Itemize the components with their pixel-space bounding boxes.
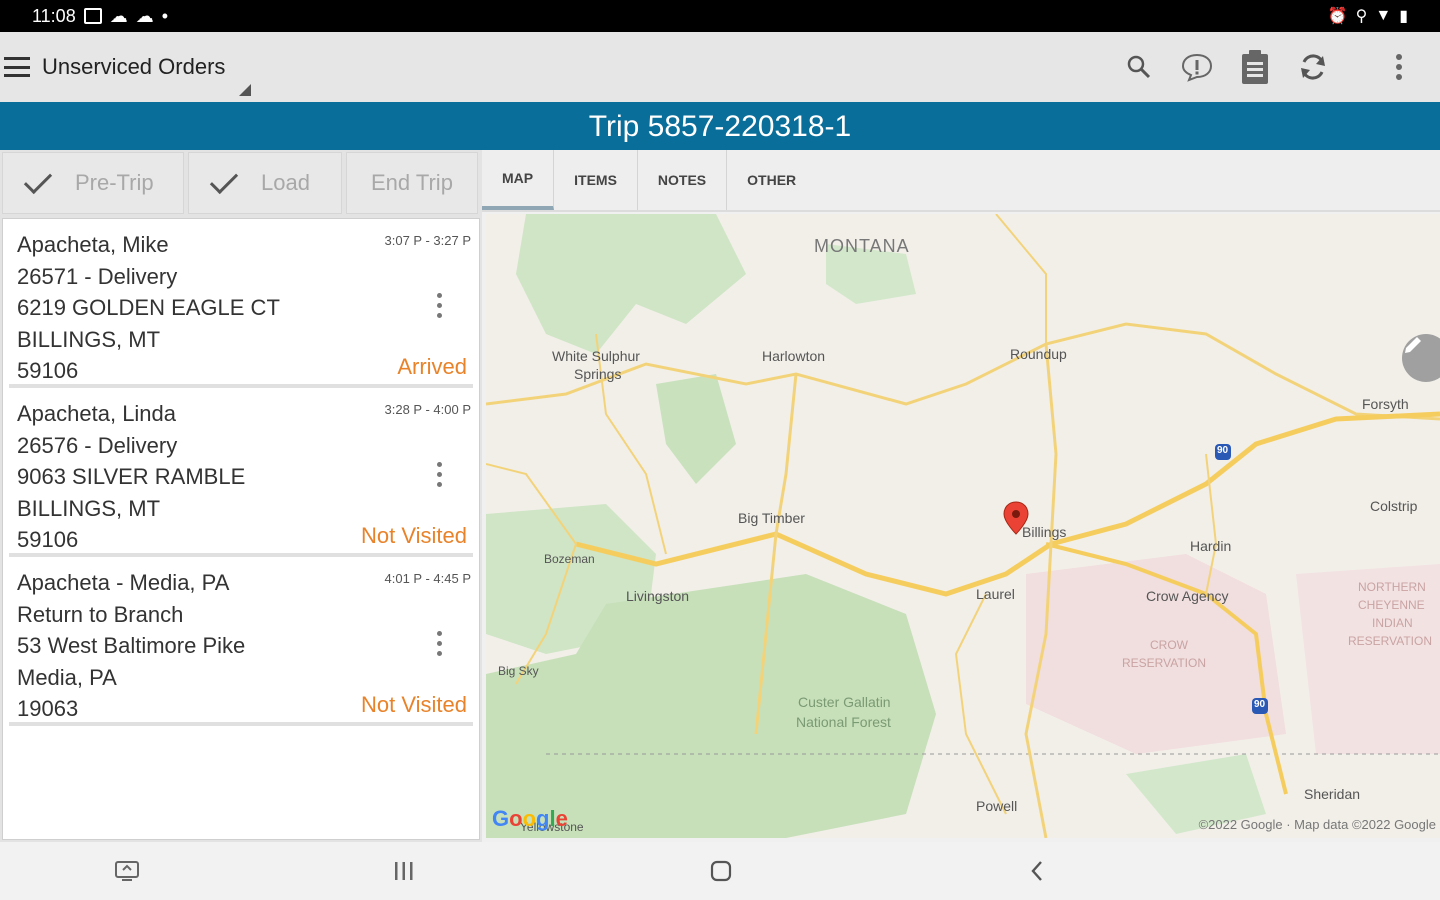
status-badge: Not Visited [361, 692, 467, 717]
map-label: CROW [1150, 638, 1188, 652]
orders-pane: Pre-Trip Load End Trip Apacheta, Mike 26… [0, 150, 482, 842]
order-number: Return to Branch [17, 601, 184, 627]
list-item[interactable]: Apacheta - Media, PA Return to Branch 53… [9, 557, 473, 726]
list-item[interactable]: Apacheta, Mike 26571 - Delivery 6219 GOL… [9, 219, 473, 388]
order-address: 53 West Baltimore Pike [17, 633, 246, 658]
map-label: Billings [1022, 524, 1067, 540]
order-city: BILLINGS, MT [17, 495, 161, 521]
route-map[interactable]: MONTANA White Sulphur Springs Harlowton … [486, 214, 1440, 838]
map-label: Hardin [1190, 538, 1232, 554]
notification-icon [83, 8, 102, 24]
map-label: National Forest [796, 714, 891, 730]
interstate-label: 90 [1217, 445, 1229, 456]
system-nav-bar [0, 842, 1440, 900]
status-time: 11:08 [32, 5, 76, 26]
order-address: 9063 SILVER RAMBLE [17, 464, 246, 489]
recent-apps-icon[interactable] [375, 842, 433, 900]
home-icon[interactable] [692, 842, 750, 900]
more-vert-icon[interactable] [437, 293, 443, 318]
map-label: INDIAN [1372, 616, 1413, 630]
map-label: Bozeman [544, 552, 595, 566]
tab-other[interactable]: OTHER [727, 150, 816, 210]
location-icon: ⚲ [1355, 8, 1368, 25]
status-dot: • [161, 5, 169, 26]
google-logo: Google [492, 806, 568, 831]
cloud-icon: ☁ [135, 5, 154, 26]
interstate-label: 90 [1254, 699, 1266, 710]
map-label: Harlowton [762, 348, 826, 364]
map-label: Big Timber [738, 510, 805, 526]
dropdown-caret-icon [239, 84, 252, 96]
map-copyright: ©2022 Google · Map data ©2022 Google [1198, 817, 1436, 832]
view-selector[interactable]: Unserviced Orders [42, 54, 252, 96]
map-label: NORTHERN [1358, 580, 1426, 594]
map-label: Springs [574, 366, 622, 382]
time-window: 3:07 P - 3:27 P [384, 233, 472, 248]
order-number: 26576 - Delivery [17, 432, 178, 458]
order-list: Apacheta, Mike 26571 - Delivery 6219 GOL… [2, 218, 480, 840]
map-label: Laurel [976, 586, 1015, 602]
pre-trip-label: Pre-Trip [75, 170, 154, 195]
detail-tabs: MAP ITEMS NOTES OTHER [482, 150, 1440, 212]
map-label: Forsyth [1362, 396, 1409, 412]
order-city: Media, PA [17, 664, 117, 690]
check-icon [209, 165, 239, 195]
more-vert-icon[interactable] [437, 631, 443, 656]
pre-trip-button[interactable]: Pre-Trip [2, 152, 184, 214]
map-label: Big Sky [498, 664, 539, 678]
map-canvas [486, 214, 1440, 838]
tab-items[interactable]: ITEMS [554, 150, 638, 210]
cloud-icon: ☁ [109, 5, 128, 26]
map-label: Sheridan [1304, 786, 1361, 802]
alarm-icon: ⏰ [1327, 8, 1348, 25]
order-city: BILLINGS, MT [17, 326, 161, 352]
tab-notes[interactable]: NOTES [638, 150, 728, 210]
wifi-icon: ▼ [1375, 7, 1392, 24]
menu-icon[interactable] [4, 57, 30, 77]
battery-icon: ▮ [1399, 8, 1408, 25]
map-label: RESERVATION [1122, 656, 1207, 670]
more-vert-icon[interactable] [437, 462, 443, 487]
load-label: Load [261, 170, 310, 195]
clipboard-icon[interactable] [1226, 38, 1284, 96]
map-label: MONTANA [814, 236, 910, 256]
back-icon[interactable] [1008, 842, 1066, 900]
status-badge: Not Visited [361, 523, 467, 548]
trip-header: Trip 5857-220318-1 [0, 102, 1440, 150]
order-address: 6219 GOLDEN EAGLE CT [17, 295, 280, 320]
status-badge: Arrived [397, 354, 467, 379]
map-label: Roundup [1010, 346, 1067, 362]
map-label: RESERVATION [1348, 634, 1433, 648]
alert-icon[interactable] [1168, 38, 1226, 96]
map-label: Colstrip [1370, 498, 1418, 514]
time-window: 4:01 P - 4:45 P [384, 571, 472, 586]
load-button[interactable]: Load [188, 152, 342, 214]
map-label: Livingston [626, 588, 690, 604]
refresh-icon[interactable] [1284, 38, 1342, 96]
order-number: 26571 - Delivery [17, 263, 178, 289]
detail-pane: MAP ITEMS NOTES OTHER MONTANA White Sulp… [482, 150, 1440, 842]
list-item[interactable]: Apacheta, Linda 26576 - Delivery 9063 SI… [9, 388, 473, 557]
page-title: Unserviced Orders [42, 54, 226, 79]
map-label: White Sulphur [552, 348, 640, 364]
more-vert-icon[interactable] [1370, 38, 1428, 96]
map-label: Crow Agency [1146, 588, 1229, 604]
end-trip-label: End Trip [371, 170, 453, 195]
end-trip-button[interactable]: End Trip [346, 152, 478, 214]
screenshot-icon[interactable] [98, 842, 156, 900]
tab-map[interactable]: MAP [482, 150, 555, 210]
time-window: 3:28 P - 4:00 P [384, 402, 472, 417]
map-label: Powell [976, 798, 1018, 814]
map-label: Custer Gallatin [798, 694, 891, 710]
check-icon [23, 165, 53, 195]
status-bar: 11:08 ☁ ☁ • ⏰ ⚲ ▼ ▮ [0, 0, 1440, 32]
app-bar: Unserviced Orders [0, 32, 1440, 102]
search-icon[interactable] [1110, 38, 1168, 96]
map-label: CHEYENNE [1358, 598, 1425, 612]
trip-actions: Pre-Trip Load End Trip [0, 150, 482, 216]
